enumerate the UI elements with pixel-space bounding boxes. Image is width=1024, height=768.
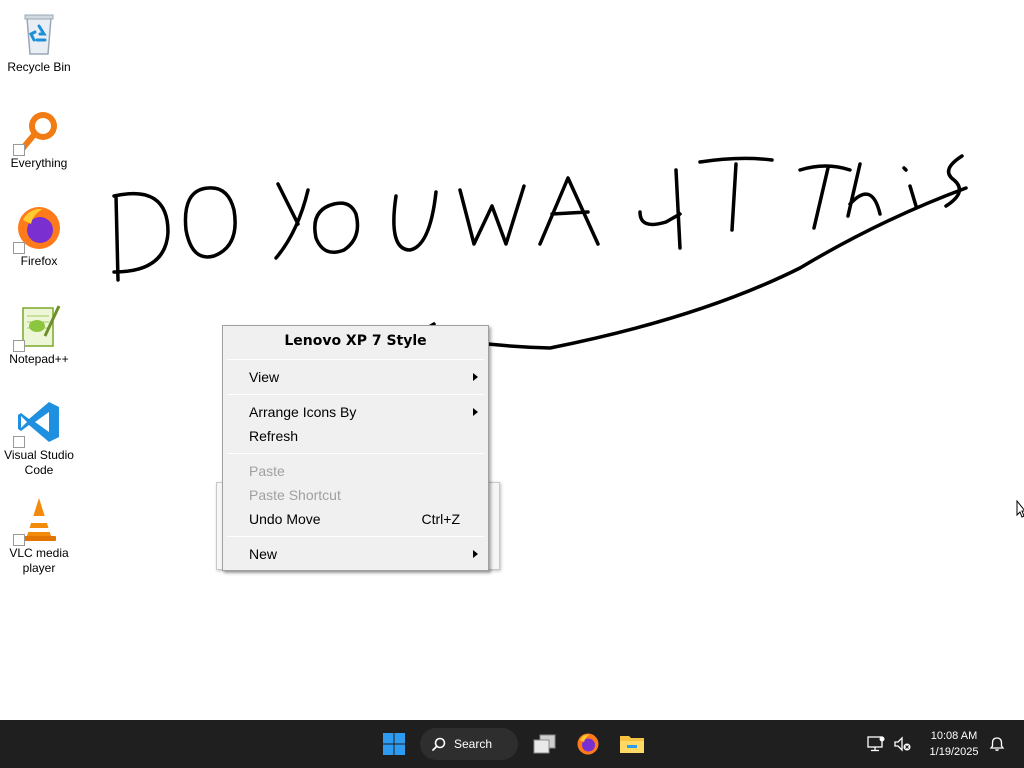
start-button[interactable] [376, 726, 412, 762]
clock-time: 10:08 AM [930, 730, 978, 742]
volume-muted-icon [894, 736, 911, 752]
menu-item-shortcut: Ctrl+Z [421, 511, 461, 527]
file-explorer-icon [620, 736, 644, 753]
clock-date: 1/19/2025 [929, 746, 979, 758]
shortcut-arrow-icon [13, 340, 25, 352]
menu-item-label: View [249, 369, 280, 385]
desktop-icon-vscode[interactable]: Visual Studio Code [0, 398, 78, 478]
menu-separator [227, 394, 484, 395]
menu-item-paste-shortcut: Paste Shortcut [223, 483, 488, 507]
desktop-icon-notepad-plus-plus[interactable]: Notepad++ [0, 302, 78, 367]
task-view-button[interactable] [526, 726, 562, 762]
desktop-icon-recycle-bin[interactable]: Recycle Bin [0, 10, 78, 75]
windows-start-icon [383, 733, 405, 755]
shortcut-arrow-icon [13, 242, 25, 254]
menu-item-label: Arrange Icons By [249, 404, 357, 420]
visual-studio-code-icon [13, 398, 63, 448]
menu-item-label: Refresh [249, 428, 299, 444]
recycle-bin-icon [15, 10, 63, 58]
vlc-cone-icon [13, 496, 63, 546]
desktop-icon-everything[interactable]: Everything [0, 106, 78, 171]
firefox-icon [577, 733, 599, 755]
desktop-context-menu[interactable]: Lenovo XP 7 Style View Arrange Icons By … [222, 325, 489, 571]
menu-item-arrange-icons-by[interactable]: Arrange Icons By [223, 400, 488, 424]
menu-item-label: Paste Shortcut [249, 487, 341, 503]
desktop-icon-label: Everything [10, 156, 68, 170]
notification-bell-icon [989, 737, 1005, 751]
desktop-icon-firefox[interactable]: Firefox [0, 204, 78, 269]
desktop-icon-label: Visual Studio Code [4, 448, 74, 477]
submenu-arrow-icon [473, 408, 478, 416]
network-icon [867, 736, 885, 752]
menu-item-label: New [249, 546, 278, 562]
menu-separator [227, 359, 484, 360]
menu-item-new[interactable]: New [223, 542, 488, 566]
taskbar-search-box[interactable]: Search [420, 728, 518, 760]
desktop-icon-label: Notepad++ [9, 352, 69, 366]
desktop-icon-label: Recycle Bin [7, 60, 71, 74]
firefox-icon [13, 204, 63, 254]
task-view-icon [533, 734, 556, 754]
menu-header-title: Lenovo XP 7 Style [284, 333, 427, 349]
desktop-icon-label: Firefox [20, 254, 58, 268]
shortcut-arrow-icon [13, 144, 25, 156]
menu-item-paste: Paste [223, 459, 488, 483]
desktop-icon-vlc[interactable]: VLC media player [0, 496, 78, 576]
everything-search-icon [13, 106, 63, 156]
menu-item-undo-move[interactable]: Undo Move Ctrl+Z [223, 507, 488, 531]
volume-button[interactable] [890, 726, 914, 762]
shortcut-arrow-icon [13, 534, 25, 546]
notification-center-button[interactable] [986, 726, 1008, 762]
taskbar-search-label: Search [454, 737, 493, 751]
taskbar-clock[interactable]: 10:08 AM 1/19/2025 [918, 728, 990, 760]
taskbar: Search 10:08 AM 1/19/2025 [0, 720, 1024, 768]
notepad-plus-plus-icon [13, 302, 63, 352]
taskbar-file-explorer-button[interactable] [614, 726, 650, 762]
menu-item-refresh[interactable]: Refresh [223, 424, 488, 448]
search-icon [432, 737, 446, 751]
desktop-icon-label: VLC media player [9, 546, 69, 575]
menu-item-view[interactable]: View [223, 365, 488, 389]
menu-separator [227, 536, 484, 537]
submenu-arrow-icon [473, 373, 478, 381]
taskbar-firefox-button[interactable] [570, 726, 606, 762]
menu-item-label: Undo Move [249, 511, 321, 527]
menu-item-label: Paste [249, 463, 285, 479]
submenu-arrow-icon [473, 550, 478, 558]
shortcut-arrow-icon [13, 436, 25, 448]
handwriting-drawing [112, 154, 968, 350]
network-status-button[interactable] [864, 726, 888, 762]
menu-separator [227, 453, 484, 454]
